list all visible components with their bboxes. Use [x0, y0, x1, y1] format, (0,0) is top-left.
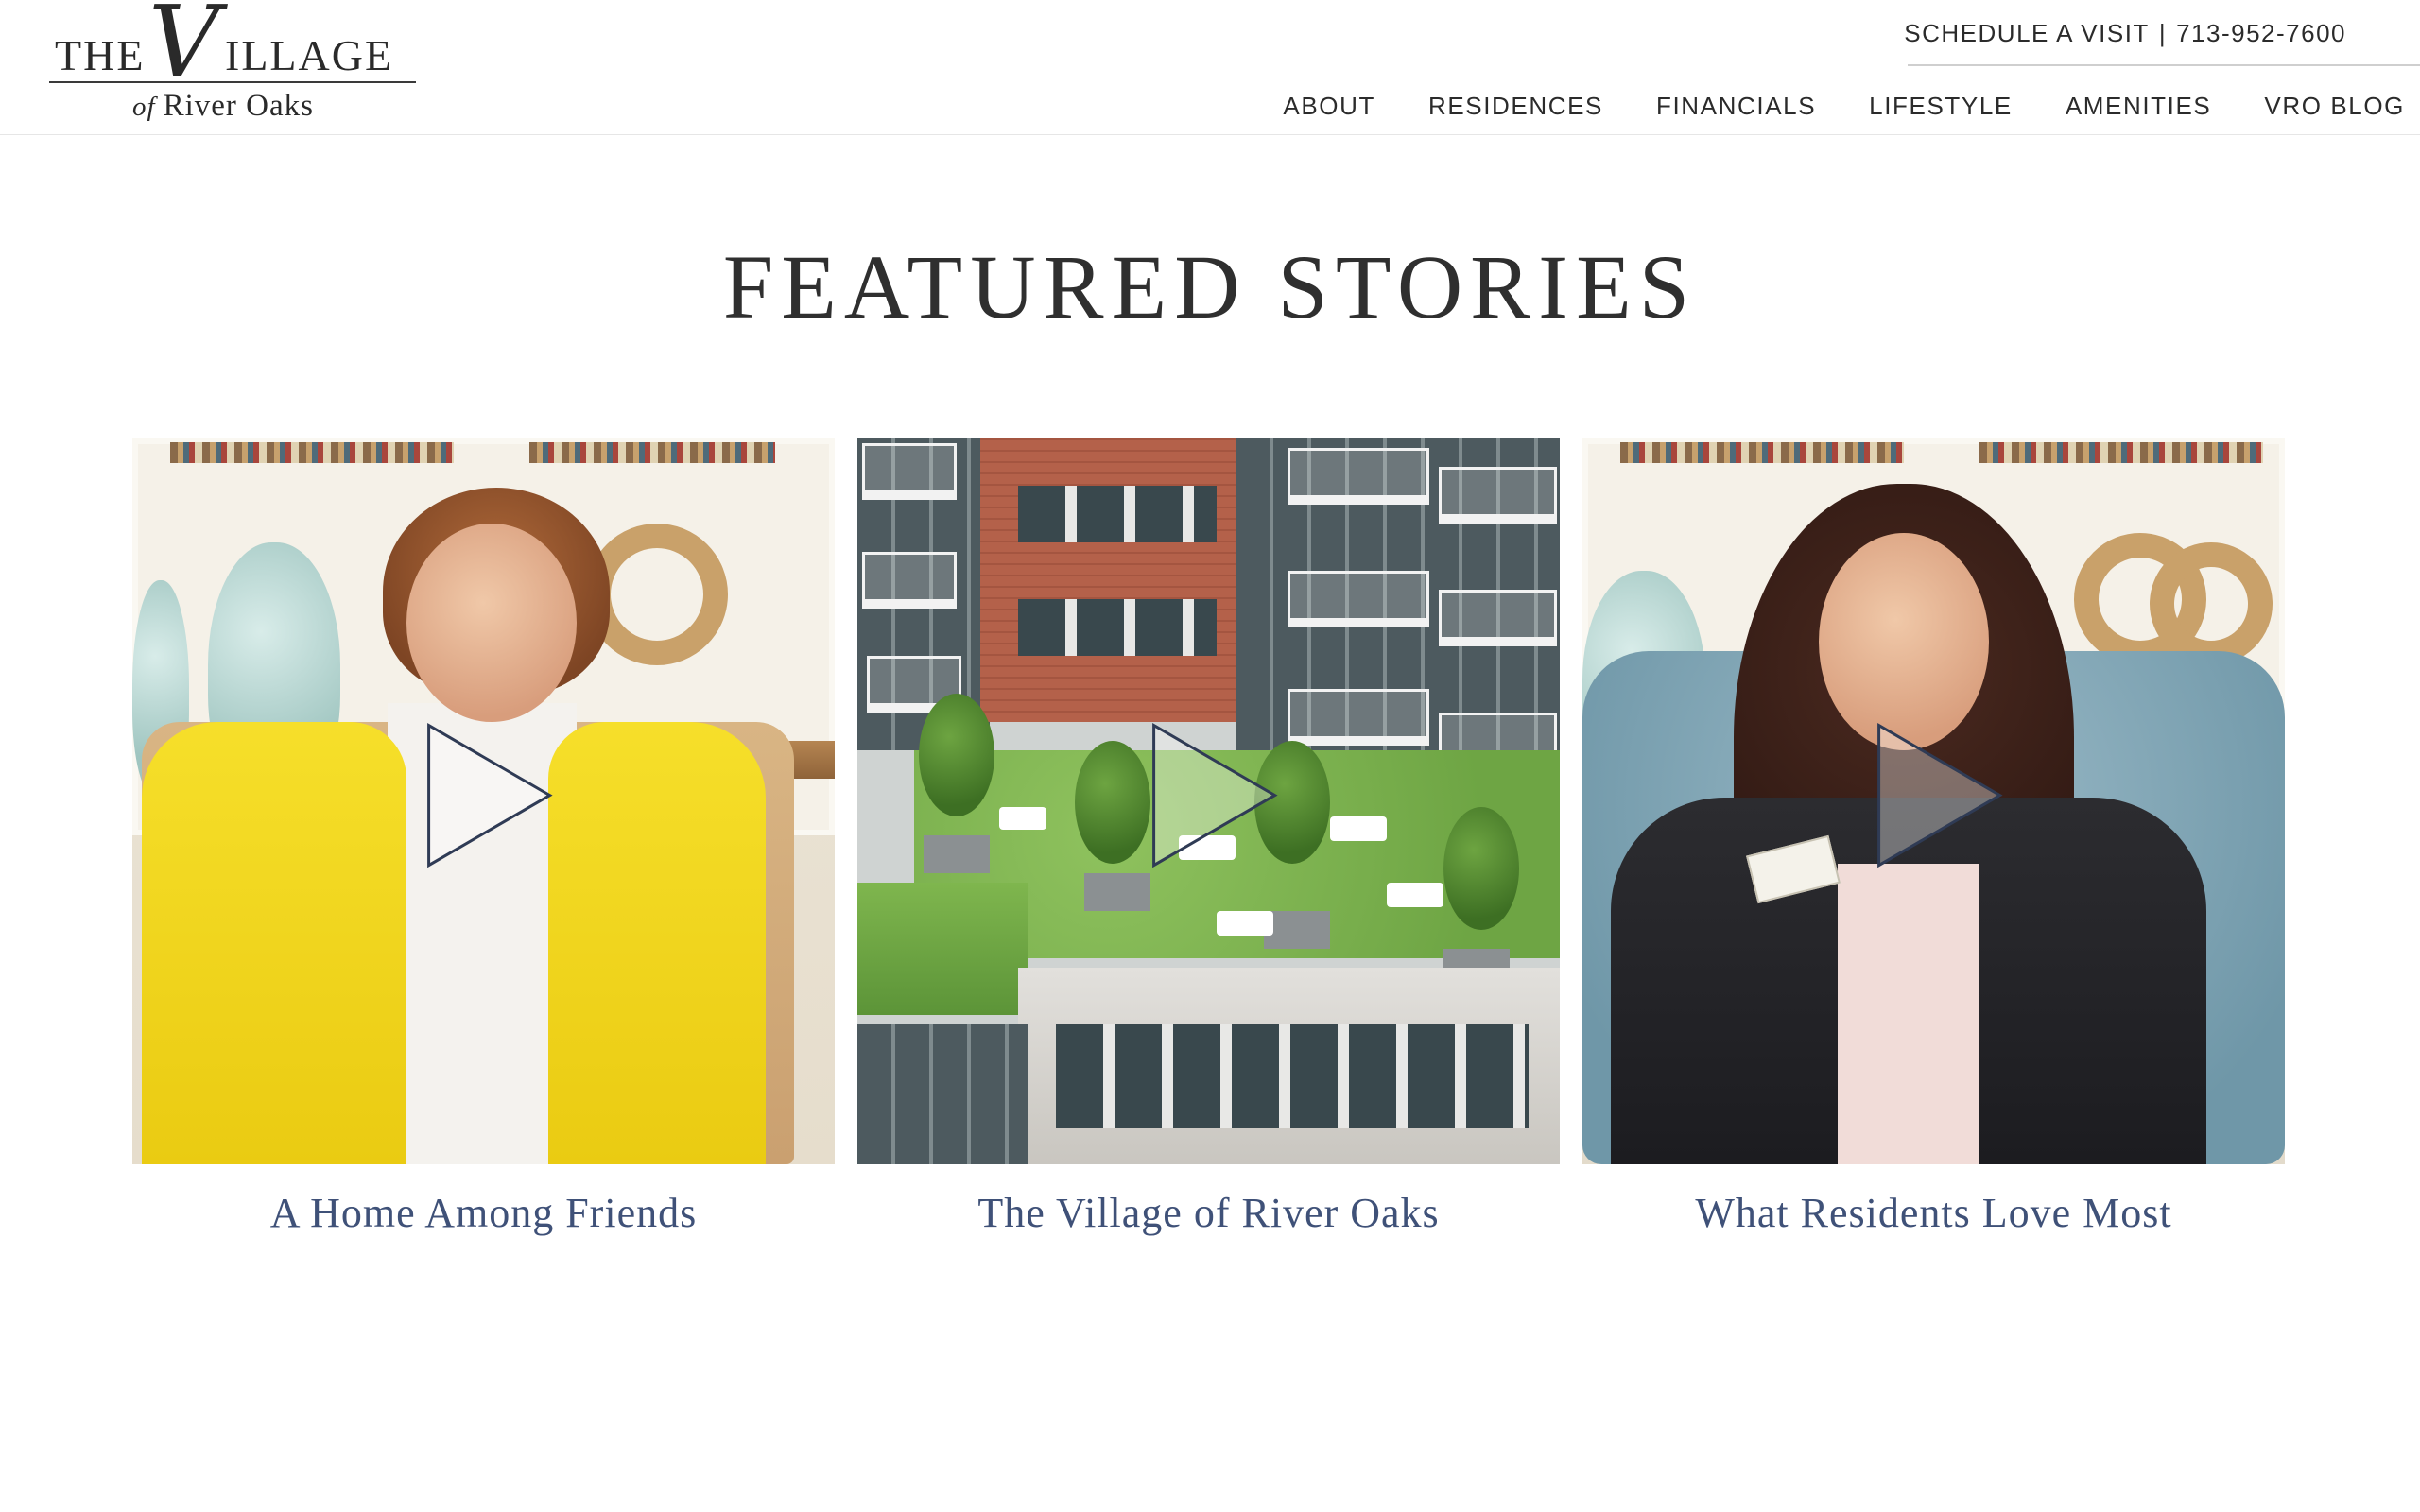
- video-thumbnail[interactable]: [1582, 438, 2285, 1164]
- nav-item-vro-blog[interactable]: VRO BLOG: [2264, 92, 2405, 121]
- contact-separator: |: [2158, 19, 2168, 47]
- patio-furniture: [1387, 883, 1443, 907]
- logo-rule: [49, 81, 416, 83]
- windows: [1018, 486, 1217, 542]
- patio-furniture: [1330, 816, 1387, 841]
- main-nav: ABOUT RESIDENCES FINANCIALS LIFESTYLE AM…: [1283, 92, 2405, 121]
- balcony: [1288, 571, 1429, 627]
- logo-of: of: [132, 92, 156, 122]
- video-card: A Home Among Friends: [132, 438, 835, 1237]
- yellow-jacket: [548, 722, 766, 1164]
- balcony: [1439, 467, 1557, 524]
- balcony: [1288, 448, 1429, 505]
- patio-furniture: [999, 807, 1046, 830]
- nav-item-about[interactable]: ABOUT: [1283, 92, 1375, 121]
- nav-item-amenities[interactable]: AMENITIES: [2066, 92, 2212, 121]
- tree: [919, 694, 994, 816]
- decor-ring: [2150, 542, 2273, 665]
- video-card: The Village of River Oaks: [857, 438, 1560, 1237]
- site-logo[interactable]: THE V ILLAGE of River Oaks: [49, 0, 423, 129]
- planter: [1084, 873, 1150, 911]
- planter: [1264, 911, 1330, 949]
- logo-river-oaks: River Oaks: [163, 89, 314, 123]
- face: [406, 524, 577, 722]
- books: [1620, 442, 1904, 463]
- page-title: FEATURED STORIES: [722, 236, 1698, 337]
- podium-windows: [1056, 1024, 1529, 1128]
- video-card: What Residents Love Most: [1582, 438, 2285, 1237]
- face: [1819, 533, 1989, 750]
- balcony: [862, 552, 957, 609]
- logo-word-the: THE: [55, 31, 146, 79]
- schedule-visit-link[interactable]: SCHEDULE A VISIT: [1904, 19, 2150, 47]
- tree: [1075, 741, 1150, 864]
- top-contact-bar: SCHEDULE A VISIT | 713-952-7600: [1904, 19, 2346, 48]
- nav-item-lifestyle[interactable]: LIFESTYLE: [1869, 92, 2013, 121]
- yellow-jacket: [142, 722, 406, 1164]
- logo-letter-v: V: [148, 0, 220, 99]
- video-caption[interactable]: The Village of River Oaks: [857, 1189, 1560, 1237]
- balcony: [1439, 590, 1557, 646]
- brick-building: [980, 438, 1245, 722]
- balcony: [1288, 689, 1429, 746]
- windows: [1018, 599, 1217, 656]
- books: [529, 442, 775, 463]
- video-caption[interactable]: What Residents Love Most: [1582, 1189, 2285, 1237]
- patio-furniture: [1217, 911, 1273, 936]
- tree: [1443, 807, 1519, 930]
- contact-divider: [1908, 64, 2420, 66]
- play-icon[interactable]: [1873, 720, 2005, 871]
- site-header: THE V ILLAGE of River Oaks SCHEDULE A VIS…: [0, 0, 2420, 135]
- entry-canopy: [857, 1024, 1028, 1164]
- pink-blouse: [1838, 864, 1979, 1164]
- balcony: [862, 443, 957, 500]
- video-caption[interactable]: A Home Among Friends: [132, 1189, 835, 1237]
- video-thumbnail[interactable]: [132, 438, 835, 1164]
- play-icon[interactable]: [1148, 720, 1280, 871]
- logo-word-illage: ILLAGE: [225, 31, 394, 79]
- books: [170, 442, 454, 463]
- video-thumbnail[interactable]: [857, 438, 1560, 1164]
- play-icon[interactable]: [423, 720, 555, 871]
- nav-item-residences[interactable]: RESIDENCES: [1428, 92, 1603, 121]
- phone-link[interactable]: 713-952-7600: [2176, 19, 2346, 47]
- green-roof: [857, 883, 1028, 1015]
- nav-item-financials[interactable]: FINANCIALS: [1656, 92, 1816, 121]
- planter: [924, 835, 990, 873]
- books: [1979, 442, 2263, 463]
- logo-subtitle: of River Oaks: [132, 89, 314, 124]
